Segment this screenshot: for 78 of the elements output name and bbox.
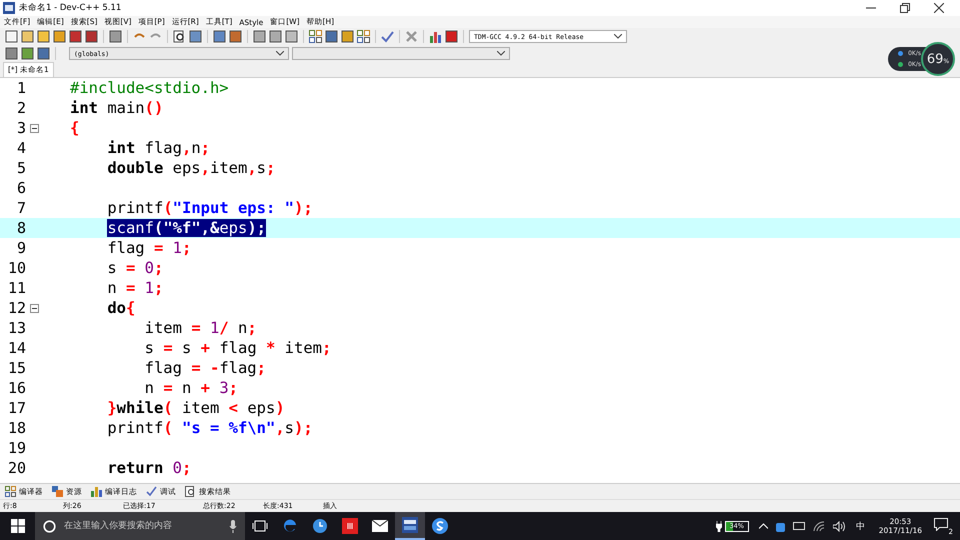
line-number: 18 — [6, 419, 26, 437]
line-number: 15 — [6, 359, 26, 377]
input-method-indicator[interactable]: 中 — [856, 520, 865, 532]
notification-icon[interactable] — [934, 518, 948, 531]
screen-icon[interactable] — [792, 522, 805, 530]
line-number: 20 — [6, 459, 26, 477]
code-line: do{ — [107, 299, 136, 317]
fold-marker-icon[interactable] — [30, 124, 38, 132]
bar-chart-icon[interactable] — [429, 30, 442, 43]
maximize-icon[interactable] — [900, 3, 910, 13]
browser-e-icon — [282, 518, 298, 534]
line-number: 19 — [6, 439, 26, 457]
grid-icon — [5, 486, 16, 497]
envelope-icon — [372, 520, 388, 532]
microphone-icon[interactable] — [229, 520, 237, 532]
code-line: n = n + 3; — [144, 379, 238, 397]
fold-marker-icon[interactable] — [30, 304, 38, 312]
line-number: 7 — [16, 199, 26, 217]
code-line: double eps,item,s; — [107, 159, 276, 177]
code-line: printf("Input eps: "); — [107, 199, 313, 217]
app-tile-icon — [342, 518, 358, 534]
line-number: 8 — [16, 219, 26, 237]
wifi-icon[interactable] — [812, 520, 825, 532]
code-line: #include<stdio.h> — [70, 79, 229, 97]
power-plug-icon — [716, 520, 722, 532]
code-line: { — [70, 119, 80, 137]
chevron-down-icon — [614, 34, 622, 39]
app-icon — [402, 517, 418, 533]
line-number: 12 — [6, 299, 26, 317]
line-number: 3 — [16, 119, 26, 137]
bar-chart-icon — [91, 486, 102, 497]
code-line: flag = -flag; — [144, 359, 266, 377]
search-icon — [185, 486, 196, 497]
windows-start-icon[interactable] — [11, 519, 25, 533]
taskbar-app[interactable] — [395, 512, 425, 540]
code-line: s = 0; — [107, 259, 164, 277]
code-line: }while( item < eps) — [107, 399, 285, 417]
search-box[interactable]: 在这里输入你要搜索的内容 — [35, 512, 245, 540]
line-number: 11 — [6, 279, 26, 297]
s-logo-icon — [432, 518, 448, 534]
new-file-icon[interactable] — [5, 30, 18, 43]
line-number: 10 — [6, 259, 26, 277]
line-number: 14 — [6, 339, 26, 357]
line-number: 4 — [16, 139, 26, 157]
search-field[interactable]: 在这里输入你要搜索的内容 — [62, 520, 223, 532]
code-line: int flag,n; — [107, 139, 210, 157]
code-line: item = 1/ n; — [144, 319, 257, 337]
code-line: s = s + flag * item; — [144, 339, 332, 357]
clock-icon — [312, 518, 328, 534]
line-number: 5 — [16, 159, 26, 177]
circle-icon — [43, 520, 56, 532]
code-editor[interactable] — [0, 77, 960, 483]
code-line: return 0; — [107, 459, 192, 477]
line-number: 13 — [6, 319, 26, 337]
search-icon[interactable] — [173, 30, 186, 43]
code-line: int main() — [70, 99, 164, 117]
code-line: printf( "s = %f\n",s); — [107, 419, 313, 437]
speaker-icon[interactable] — [832, 520, 846, 532]
line-number: 16 — [6, 379, 26, 397]
chevron-down-icon — [497, 51, 505, 56]
app-icon — [3, 2, 15, 14]
line-number: 6 — [16, 179, 26, 197]
check-icon[interactable] — [381, 30, 394, 43]
grid-icon[interactable] — [309, 30, 322, 43]
chevron-down-icon — [276, 51, 284, 56]
chevron-up-icon[interactable] — [758, 523, 768, 529]
code-line: flag = 1; — [107, 239, 192, 257]
check-icon — [146, 486, 157, 497]
resource-icon — [52, 486, 63, 497]
line-number: 17 — [6, 399, 26, 417]
task-view-icon — [252, 520, 268, 532]
close-icon[interactable] — [934, 3, 944, 13]
line-number: 2 — [16, 99, 26, 117]
line-number: 9 — [16, 239, 26, 257]
line-number: 1 — [16, 79, 26, 97]
window-title: 未命名1 - Dev-C++ 5.11 — [19, 2, 122, 14]
code-line: n = 1; — [107, 279, 164, 297]
grid-icon[interactable] — [357, 30, 370, 43]
